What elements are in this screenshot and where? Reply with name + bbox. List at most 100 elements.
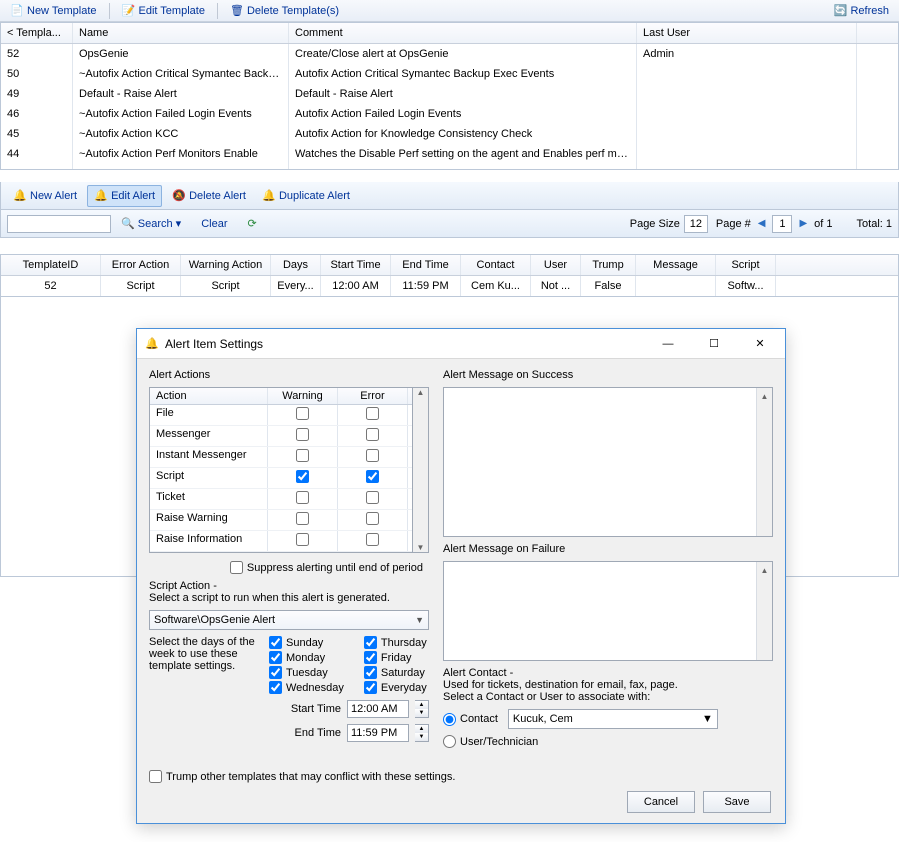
- error-checkbox[interactable]: [366, 491, 379, 504]
- script-action-title: Script Action -: [149, 580, 429, 592]
- day-friday-checkbox[interactable]: [364, 651, 377, 664]
- error-checkbox[interactable]: [366, 407, 379, 420]
- warning-checkbox[interactable]: [296, 470, 309, 483]
- duplicate-alert-button[interactable]: 🔔Duplicate Alert: [256, 186, 356, 206]
- col-header-message[interactable]: Message: [636, 255, 716, 275]
- warning-checkbox[interactable]: [296, 512, 309, 525]
- action-row: Raise Warning: [150, 510, 412, 531]
- script-action-desc: Select a script to run when this alert i…: [149, 592, 429, 604]
- col-header-error[interactable]: Error: [338, 388, 408, 404]
- days-description: Select the days of the week to use these…: [149, 636, 257, 694]
- col-header-error-action[interactable]: Error Action: [101, 255, 181, 275]
- table-row[interactable]: 50~Autofix Action Critical Symantec Back…: [1, 64, 898, 84]
- start-time-label: Start Time: [291, 703, 341, 715]
- close-button[interactable]: ✕: [737, 330, 783, 358]
- warning-checkbox[interactable]: [296, 533, 309, 546]
- start-time-spinner[interactable]: ▲▼: [415, 700, 429, 718]
- col-header-comment[interactable]: Comment: [289, 23, 637, 43]
- msg-success-textarea[interactable]: ▲: [443, 387, 773, 537]
- delete-template-icon: 🗑: [230, 4, 244, 18]
- warning-checkbox[interactable]: [296, 428, 309, 441]
- top-toolbar: 📄New Template 📝Edit Template 🗑Delete Tem…: [0, 0, 899, 22]
- table-row[interactable]: 52 Script Script Every... 12:00 AM 11:59…: [1, 276, 898, 296]
- table-row[interactable]: 49Default - Raise AlertDefault - Raise A…: [1, 84, 898, 104]
- clear-button[interactable]: Clear: [195, 217, 233, 231]
- col-header-trump[interactable]: Trump: [581, 255, 636, 275]
- day-everyday-checkbox[interactable]: [364, 681, 377, 694]
- day-wednesday-checkbox[interactable]: [269, 681, 282, 694]
- contact-select[interactable]: Kucuk, Cem▼: [508, 709, 718, 729]
- page-prev-button[interactable]: ◀: [755, 218, 769, 229]
- delete-template-button[interactable]: 🗑Delete Template(s): [224, 3, 345, 19]
- contact-radio[interactable]: [443, 713, 456, 726]
- end-time-spinner[interactable]: ▲▼: [415, 724, 429, 742]
- edit-alert-button[interactable]: 🔔Edit Alert: [87, 185, 162, 207]
- contact-desc1: Used for tickets, destination for email,…: [443, 679, 773, 691]
- warning-checkbox[interactable]: [296, 407, 309, 420]
- table-row[interactable]: 44~Autofix Action Perf Monitors EnableWa…: [1, 144, 898, 164]
- chevron-down-icon: ▼: [702, 713, 713, 725]
- edit-template-button[interactable]: 📝Edit Template: [116, 3, 211, 19]
- day-sunday-checkbox[interactable]: [269, 636, 282, 649]
- templates-grid: < Templa... Name Comment Last User 52Ops…: [0, 22, 899, 170]
- col-header-id[interactable]: < Templa...: [1, 23, 73, 43]
- cancel-button[interactable]: Cancel: [627, 791, 695, 813]
- col-header-days[interactable]: Days: [271, 255, 321, 275]
- actions-scrollbar[interactable]: ▲ ▼: [413, 387, 429, 553]
- error-checkbox[interactable]: [366, 428, 379, 441]
- delete-alert-button[interactable]: 🔕Delete Alert: [166, 186, 252, 206]
- col-header-user[interactable]: User: [531, 255, 581, 275]
- col-header-templateid[interactable]: TemplateID: [1, 255, 101, 275]
- col-header-warning-action[interactable]: Warning Action: [181, 255, 271, 275]
- error-checkbox[interactable]: [366, 533, 379, 546]
- warning-checkbox[interactable]: [296, 491, 309, 504]
- edit-template-icon: 📝: [122, 4, 136, 18]
- end-time-input[interactable]: [347, 724, 409, 742]
- search-button[interactable]: 🔍 Search ▾: [115, 216, 187, 231]
- refresh-search-button[interactable]: ⟳: [242, 216, 263, 231]
- col-header-script[interactable]: Script: [716, 255, 776, 275]
- trump-checkbox[interactable]: [149, 770, 162, 783]
- day-monday-checkbox[interactable]: [269, 651, 282, 664]
- col-header-user[interactable]: Last User: [637, 23, 857, 43]
- msg-failure-textarea[interactable]: ▲: [443, 561, 773, 661]
- user-technician-radio[interactable]: [443, 735, 456, 748]
- refresh-button[interactable]: 🔄Refresh: [827, 3, 895, 19]
- col-header-start-time[interactable]: Start Time: [321, 255, 391, 275]
- duplicate-alert-icon: 🔔: [262, 189, 276, 203]
- refresh-icon: 🔄: [833, 4, 847, 18]
- col-header-contact[interactable]: Contact: [461, 255, 531, 275]
- error-checkbox[interactable]: [366, 512, 379, 525]
- table-row[interactable]: 46~Autofix Action Failed Login EventsAut…: [1, 104, 898, 124]
- templates-hscroll[interactable]: [0, 170, 899, 182]
- error-checkbox[interactable]: [366, 470, 379, 483]
- save-button[interactable]: Save: [703, 791, 771, 813]
- table-row[interactable]: 52OpsGenieCreate/Close alert at OpsGenie…: [1, 44, 898, 64]
- delete-alert-icon: 🔕: [172, 189, 186, 203]
- col-header-end-time[interactable]: End Time: [391, 255, 461, 275]
- script-dropdown[interactable]: Software\OpsGenie Alert▼: [149, 610, 429, 630]
- day-tuesday-checkbox[interactable]: [269, 666, 282, 679]
- page-size-label: Page Size: [630, 218, 680, 230]
- search-input[interactable]: [7, 215, 111, 233]
- chevron-down-icon: ▼: [415, 615, 424, 625]
- error-checkbox[interactable]: [366, 449, 379, 462]
- new-alert-button[interactable]: 🔔New Alert: [7, 186, 83, 206]
- page-next-button[interactable]: ▶: [796, 218, 810, 229]
- table-row[interactable]: 45~Autofix Action KCCAutofix Action for …: [1, 124, 898, 144]
- maximize-button[interactable]: ☐: [691, 330, 737, 358]
- page-size-input[interactable]: [684, 215, 708, 233]
- suppress-checkbox[interactable]: [230, 561, 243, 574]
- col-header-warning[interactable]: Warning: [268, 388, 338, 404]
- trump-label: Trump other templates that may conflict …: [166, 771, 455, 783]
- col-header-name[interactable]: Name: [73, 23, 289, 43]
- col-header-action[interactable]: Action: [150, 388, 268, 404]
- start-time-input[interactable]: [347, 700, 409, 718]
- new-template-button[interactable]: 📄New Template: [4, 3, 103, 19]
- day-thursday-checkbox[interactable]: [364, 636, 377, 649]
- warning-checkbox[interactable]: [296, 449, 309, 462]
- alert-toolbar: 🔔New Alert 🔔Edit Alert 🔕Delete Alert 🔔Du…: [0, 182, 899, 210]
- page-num-input[interactable]: [772, 215, 792, 233]
- minimize-button[interactable]: —: [645, 330, 691, 358]
- day-saturday-checkbox[interactable]: [364, 666, 377, 679]
